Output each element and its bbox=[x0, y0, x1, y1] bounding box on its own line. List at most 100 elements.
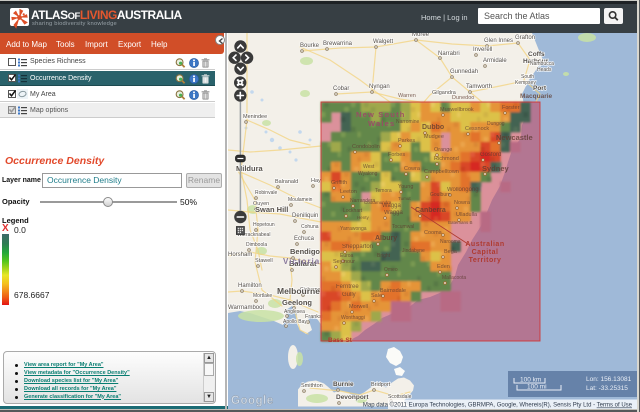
svg-text:Wyalong: Wyalong bbox=[358, 171, 378, 177]
svg-text:Cessnock: Cessnock bbox=[465, 126, 489, 132]
svg-text:Young: Young bbox=[398, 184, 413, 190]
svg-text:Sale: Sale bbox=[371, 293, 382, 299]
svg-text:Gunnedah: Gunnedah bbox=[450, 69, 478, 75]
svg-text:Balranald: Balranald bbox=[275, 179, 298, 185]
svg-text:Nowra: Nowra bbox=[454, 200, 471, 206]
svg-text:Wonthaggi: Wonthaggi bbox=[341, 315, 365, 321]
svg-text:Temora: Temora bbox=[375, 188, 392, 194]
svg-text:Map data ©2011 Europa Technolo: Map data ©2011 Europa Technologies, GBRM… bbox=[363, 402, 633, 409]
svg-text:Glen Innes: Glen Innes bbox=[484, 38, 513, 44]
svg-text:Hay: Hay bbox=[311, 178, 321, 184]
svg-text:Wollongong: Wollongong bbox=[447, 187, 479, 193]
svg-text:Australian: Australian bbox=[465, 241, 504, 248]
svg-text:Warrnambool: Warrnambool bbox=[228, 305, 264, 311]
svg-text:Ulladulla: Ulladulla bbox=[456, 212, 478, 218]
svg-text:Melbourne: Melbourne bbox=[277, 286, 320, 296]
svg-text:Port: Port bbox=[533, 85, 547, 92]
svg-text:Bairnsdale: Bairnsdale bbox=[380, 288, 406, 294]
svg-text:Eden: Eden bbox=[437, 264, 450, 270]
svg-text:Leeton: Leeton bbox=[340, 189, 357, 195]
svg-text:Scottsdale: Scottsdale bbox=[388, 394, 412, 400]
svg-text:Seymour: Seymour bbox=[333, 259, 355, 265]
svg-text:Capital: Capital bbox=[472, 249, 499, 256]
svg-text:Tocumwal: Tocumwal bbox=[392, 224, 414, 230]
svg-text:New South: New South bbox=[356, 110, 406, 119]
svg-text:Cowra: Cowra bbox=[404, 166, 421, 172]
svg-text:Griffith: Griffith bbox=[331, 180, 347, 186]
svg-text:Morwell: Morwell bbox=[349, 304, 368, 310]
svg-text:Yarrawonga: Yarrawonga bbox=[340, 226, 367, 232]
svg-text:100 mi: 100 mi bbox=[527, 384, 547, 391]
svg-text:Mudgee: Mudgee bbox=[424, 134, 444, 140]
svg-text:Richmond: Richmond bbox=[434, 156, 459, 162]
svg-text:Geelong: Geelong bbox=[282, 298, 312, 307]
svg-text:Tamworth: Tamworth bbox=[466, 84, 492, 90]
svg-text:Hamilton: Hamilton bbox=[238, 283, 262, 289]
svg-text:Dubbo: Dubbo bbox=[422, 124, 444, 131]
svg-text:Newcastle: Newcastle bbox=[496, 133, 533, 142]
svg-text:Bega: Bega bbox=[444, 249, 458, 255]
svg-text:Nyngan: Nyngan bbox=[369, 84, 390, 90]
svg-text:Lat: -33.25315: Lat: -33.25315 bbox=[586, 385, 628, 392]
svg-text:Territory: Territory bbox=[469, 257, 502, 264]
svg-text:Anglesea: Anglesea bbox=[284, 309, 305, 315]
svg-text:Cooma: Cooma bbox=[424, 230, 443, 236]
svg-text:Narrabri: Narrabri bbox=[438, 51, 460, 57]
svg-text:Albury: Albury bbox=[375, 235, 397, 242]
svg-text:Bourke: Bourke bbox=[300, 43, 320, 49]
svg-text:Robinvale: Robinvale bbox=[255, 190, 277, 196]
svg-text:Macquarie: Macquarie bbox=[520, 93, 553, 100]
svg-text:West: West bbox=[363, 164, 375, 170]
svg-text:Stawell: Stawell bbox=[255, 258, 273, 264]
svg-text:Narromine: Narromine bbox=[396, 119, 420, 125]
svg-text:Ferntree: Ferntree bbox=[336, 284, 359, 290]
svg-text:Wales: Wales bbox=[368, 119, 395, 128]
svg-text:Bendigo: Bendigo bbox=[290, 247, 320, 256]
svg-text:Sydney: Sydney bbox=[482, 164, 510, 173]
svg-text:Walgett: Walgett bbox=[373, 39, 393, 45]
svg-text:Hopetoun: Hopetoun bbox=[253, 222, 275, 228]
svg-text:Omeo: Omeo bbox=[384, 267, 398, 273]
svg-text:Lockhart: Lockhart bbox=[343, 208, 363, 214]
svg-text:Apollo Bay: Apollo Bay bbox=[283, 319, 307, 325]
svg-text:Coffs: Coffs bbox=[528, 51, 545, 58]
svg-text:Parkes: Parkes bbox=[398, 138, 415, 144]
svg-text:Echuca: Echuca bbox=[294, 236, 315, 242]
svg-text:Heads: Heads bbox=[537, 67, 552, 73]
svg-text:Henty: Henty bbox=[357, 215, 370, 220]
svg-text:Moulamein: Moulamein bbox=[288, 197, 313, 203]
svg-text:Muswellbrook: Muswellbrook bbox=[440, 107, 474, 113]
svg-text:Cohuna: Cohuna bbox=[301, 224, 319, 230]
svg-text:Menindee: Menindee bbox=[243, 114, 267, 120]
svg-text:Orange: Orange bbox=[434, 147, 452, 153]
svg-text:Narooma: Narooma bbox=[440, 239, 461, 245]
svg-text:Bass St: Bass St bbox=[328, 337, 353, 344]
svg-text:Cobar: Cobar bbox=[333, 86, 349, 92]
svg-text:Lon: 156.13081: Lon: 156.13081 bbox=[586, 376, 632, 383]
svg-text:Deniliquin: Deniliquin bbox=[292, 213, 318, 219]
svg-text:Burnie: Burnie bbox=[333, 381, 354, 388]
svg-text:Mallacoota: Mallacoota bbox=[442, 275, 466, 281]
svg-text:Victoria: Victoria bbox=[283, 257, 320, 266]
svg-text:Tumut: Tumut bbox=[398, 196, 411, 201]
svg-text:Armidale: Armidale bbox=[483, 58, 507, 64]
svg-text:Condobolin: Condobolin bbox=[352, 144, 380, 150]
svg-text:Dungog: Dungog bbox=[487, 121, 505, 127]
svg-text:Dimboola: Dimboola bbox=[246, 242, 267, 248]
svg-text:Bright: Bright bbox=[377, 253, 391, 259]
svg-text:Wagga: Wagga bbox=[384, 210, 403, 216]
svg-text:Campbelltown: Campbelltown bbox=[424, 169, 459, 175]
svg-text:Batemans B: Batemans B bbox=[448, 220, 473, 225]
svg-text:Inverell: Inverell bbox=[473, 47, 492, 53]
svg-text:Shepparton: Shepparton bbox=[342, 244, 373, 250]
svg-text:100 km: 100 km bbox=[520, 377, 541, 384]
svg-text:Google: Google bbox=[231, 395, 274, 407]
svg-text:Grafton: Grafton bbox=[515, 35, 535, 41]
svg-text:Devonport: Devonport bbox=[336, 394, 369, 401]
svg-text:Bridport: Bridport bbox=[371, 382, 391, 388]
svg-text:Warren: Warren bbox=[398, 93, 416, 99]
svg-text:Brewarrina: Brewarrina bbox=[323, 41, 353, 47]
svg-text:Jindabyne: Jindabyne bbox=[402, 248, 425, 254]
svg-text:Narrandera: Narrandera bbox=[350, 198, 376, 204]
svg-text:Forster: Forster bbox=[502, 105, 520, 111]
